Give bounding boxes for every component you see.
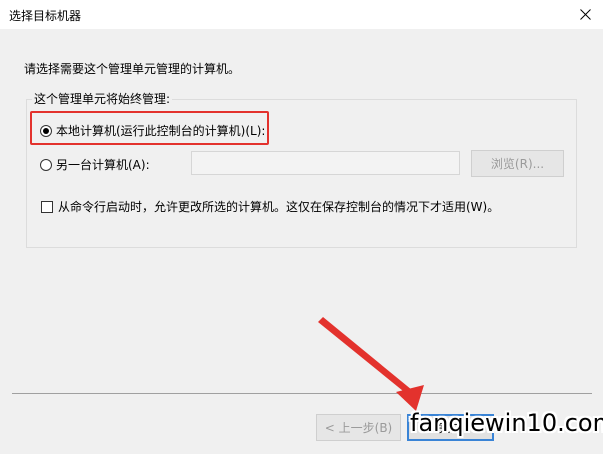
prompt-text: 请选择需要这个管理单元管理的计算机。	[24, 62, 241, 76]
close-button[interactable]	[567, 0, 603, 29]
close-icon	[579, 9, 591, 20]
local-computer-label: 本地计算机(运行此控制台的计算机)(L):	[56, 124, 266, 138]
allow-change-checkbox[interactable]: 从命令行启动时，允许更改所选的计算机。这仅在保存控制台的情况下才适用(W)。	[41, 198, 499, 215]
checkbox-box	[41, 200, 53, 213]
title-bar: 选择目标机器	[0, 0, 603, 29]
group-legend: 这个管理单元将始终管理:	[32, 90, 173, 107]
other-computer-input[interactable]	[191, 151, 460, 175]
allow-change-label: 从命令行启动时，允许更改所选的计算机。这仅在保存控制台的情况下才适用(W)。	[58, 200, 500, 214]
other-computer-label: 另一台计算机(A):	[56, 158, 150, 172]
radio-selected-dot	[43, 127, 49, 134]
watermark-text: fanqiewin10.com	[410, 409, 603, 437]
radio-other-circle	[40, 158, 52, 171]
other-computer-radio[interactable]: 另一台计算机(A):	[40, 156, 150, 173]
radio-local-circle	[40, 124, 52, 137]
back-button[interactable]: < 上一步(B)	[316, 414, 401, 441]
window-title: 选择目标机器	[9, 9, 82, 23]
browse-button[interactable]: 浏览(R)...	[471, 150, 564, 177]
local-computer-radio[interactable]: 本地计算机(运行此控制台的计算机)(L):	[40, 122, 265, 139]
footer-separator	[12, 393, 592, 394]
